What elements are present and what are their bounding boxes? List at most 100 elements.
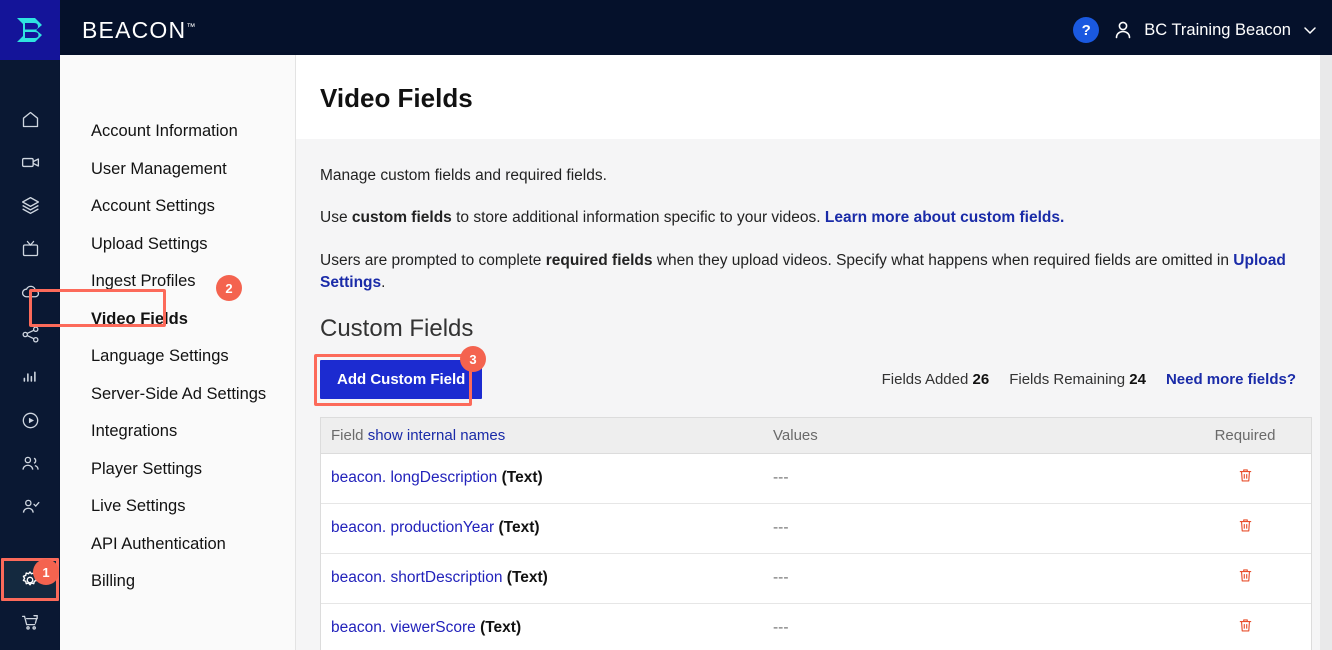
- rail-item-home[interactable]: [0, 98, 60, 141]
- play-circle-icon: [22, 412, 38, 429]
- required-fields-description: Users are prompted to complete required …: [320, 250, 1296, 295]
- trash-icon[interactable]: [1237, 467, 1254, 489]
- table-header-required: Required: [1214, 426, 1276, 444]
- fields-added-value: 26: [972, 371, 990, 389]
- nav-item-player-settings[interactable]: Player Settings: [60, 451, 295, 489]
- rail-item-marketplace[interactable]: [0, 601, 60, 644]
- page-title: Video Fields: [320, 83, 473, 113]
- home-icon: [22, 111, 38, 128]
- field-name-cell[interactable]: beacon. productionYear (Text): [321, 519, 773, 537]
- user-check-icon: [22, 499, 39, 513]
- beacon-b-logo-icon: [17, 18, 42, 42]
- field-name-cell[interactable]: beacon. viewerScore (Text): [321, 619, 773, 637]
- table-row: beacon. viewerScore (Text) ---: [321, 604, 1311, 650]
- trash-icon[interactable]: [1237, 517, 1254, 539]
- rail-item-media[interactable]: [0, 141, 60, 184]
- required-fields-desc-mid: when they upload videos. Specify what ha…: [652, 251, 1234, 269]
- field-values-cell: ---: [773, 619, 789, 637]
- trash-icon-glyph: [1239, 569, 1251, 582]
- intro-text: Manage custom fields and required fields…: [320, 167, 607, 184]
- table-header-field-label: Field: [331, 426, 364, 444]
- field-name: beacon. shortDescription: [331, 569, 503, 587]
- nav-item-upload-settings[interactable]: Upload Settings: [60, 226, 295, 264]
- app-root: BEACON™ ? BC Training Beacon Help: [0, 0, 1332, 650]
- brand-trademark: ™: [186, 20, 196, 31]
- annotation-badge-2-label: 2: [225, 280, 233, 296]
- rail-item-player[interactable]: [0, 399, 60, 442]
- field-counters: Fields Added 26 Fields Remaining 24 Need…: [882, 371, 1296, 388]
- fields-remaining-counter: Fields Remaining 24: [1009, 371, 1146, 388]
- learn-more-custom-fields-link[interactable]: Learn more about custom fields.: [825, 209, 1064, 226]
- nav-item-ingest-profiles[interactable]: Ingest Profiles: [60, 263, 295, 301]
- need-more-fields-link[interactable]: Need more fields?: [1166, 371, 1296, 388]
- cloud-icon: [21, 285, 39, 298]
- nav-item-live-settings[interactable]: Live Settings: [60, 488, 295, 526]
- topbar-right-group: ? BC Training Beacon: [1073, 0, 1332, 60]
- video-camera-icon: [21, 157, 39, 168]
- field-name-cell[interactable]: beacon. shortDescription (Text): [321, 569, 773, 587]
- share-nodes-icon: [21, 326, 39, 343]
- fields-added-label: Fields Added: [881, 371, 969, 389]
- beacon-logo-tile[interactable]: [0, 0, 60, 60]
- field-values-cell: ---: [773, 469, 789, 487]
- nav-item-language-settings[interactable]: Language Settings: [60, 338, 295, 376]
- nav-item-video-fields[interactable]: Video Fields: [60, 301, 295, 339]
- field-required-cell: [1187, 517, 1303, 539]
- trash-icon-glyph: [1239, 619, 1251, 632]
- field-type: (Text): [501, 469, 543, 487]
- trash-icon[interactable]: [1237, 617, 1254, 639]
- rail-item-playlists[interactable]: [0, 184, 60, 227]
- annotation-badge-1: 1: [33, 559, 59, 585]
- page-header: Video Fields: [296, 55, 1320, 139]
- fields-remaining-value: 24: [1129, 371, 1146, 389]
- field-type: (Text): [480, 619, 522, 637]
- field-required-cell: [1187, 617, 1303, 639]
- annotation-badge-3-label: 3: [469, 351, 477, 367]
- custom-fields-section-title: Custom Fields: [320, 314, 474, 342]
- nav-item-integrations[interactable]: Integrations: [60, 413, 295, 451]
- rail-item-analytics[interactable]: [0, 356, 60, 399]
- person-icon: [1115, 21, 1131, 39]
- tv-icon: [22, 240, 38, 257]
- right-scroll-strip[interactable]: [1320, 55, 1332, 650]
- brand-name: BEACON: [82, 16, 187, 43]
- nav-item-billing[interactable]: Billing: [60, 563, 295, 601]
- nav-item-user-management[interactable]: User Management: [60, 151, 295, 189]
- rail-item-social[interactable]: [0, 313, 60, 356]
- trash-icon-glyph: [1239, 519, 1251, 532]
- nav-item-api-authentication[interactable]: API Authentication: [60, 526, 295, 564]
- trash-icon-glyph: [1239, 469, 1251, 482]
- custom-fields-table: Field show internal names Values Require…: [320, 416, 1312, 650]
- custom-fields-desc-mid: to store additional information specific…: [451, 209, 825, 227]
- settings-nav-panel: Account Information User Management Acco…: [60, 55, 296, 650]
- rail-item-channels[interactable]: [0, 227, 60, 270]
- table-row: beacon. productionYear (Text) ---: [321, 504, 1311, 554]
- annotation-badge-1-label: 1: [42, 564, 50, 580]
- table-header-field: Field show internal names: [321, 427, 773, 444]
- annotation-badge-3: 3: [460, 346, 486, 373]
- account-menu[interactable]: BC Training Beacon: [1111, 18, 1318, 42]
- main-content: Video Fields Manage custom fields and re…: [296, 55, 1320, 650]
- field-type: (Text): [498, 519, 540, 537]
- field-name: beacon. longDescription: [331, 469, 498, 487]
- brand-title: BEACON™: [82, 17, 195, 44]
- cart-icon: [21, 615, 38, 630]
- field-name-cell[interactable]: beacon. longDescription (Text): [321, 469, 773, 487]
- rail-item-cloud[interactable]: [0, 270, 60, 313]
- nav-item-server-side-ad-settings[interactable]: Server-Side Ad Settings: [60, 376, 295, 414]
- help-icon[interactable]: ?: [1073, 17, 1100, 43]
- nav-item-account-settings[interactable]: Account Settings: [60, 188, 295, 226]
- show-internal-names-link[interactable]: show internal names: [368, 427, 506, 444]
- table-row: beacon. shortDescription (Text) ---: [321, 554, 1311, 604]
- help-icon-label: ?: [1081, 21, 1091, 39]
- field-values-cell: ---: [773, 519, 789, 537]
- field-name: beacon. viewerScore: [331, 619, 476, 637]
- rail-item-audience[interactable]: [0, 442, 60, 485]
- users-icon: [21, 456, 39, 470]
- table-header-values: Values: [773, 426, 818, 444]
- field-name: beacon. productionYear: [331, 519, 495, 537]
- trash-icon[interactable]: [1237, 567, 1254, 589]
- nav-item-account-information[interactable]: Account Information: [60, 113, 295, 151]
- rail-item-engagement[interactable]: [0, 485, 60, 528]
- add-custom-field-button[interactable]: Add Custom Field: [320, 360, 483, 400]
